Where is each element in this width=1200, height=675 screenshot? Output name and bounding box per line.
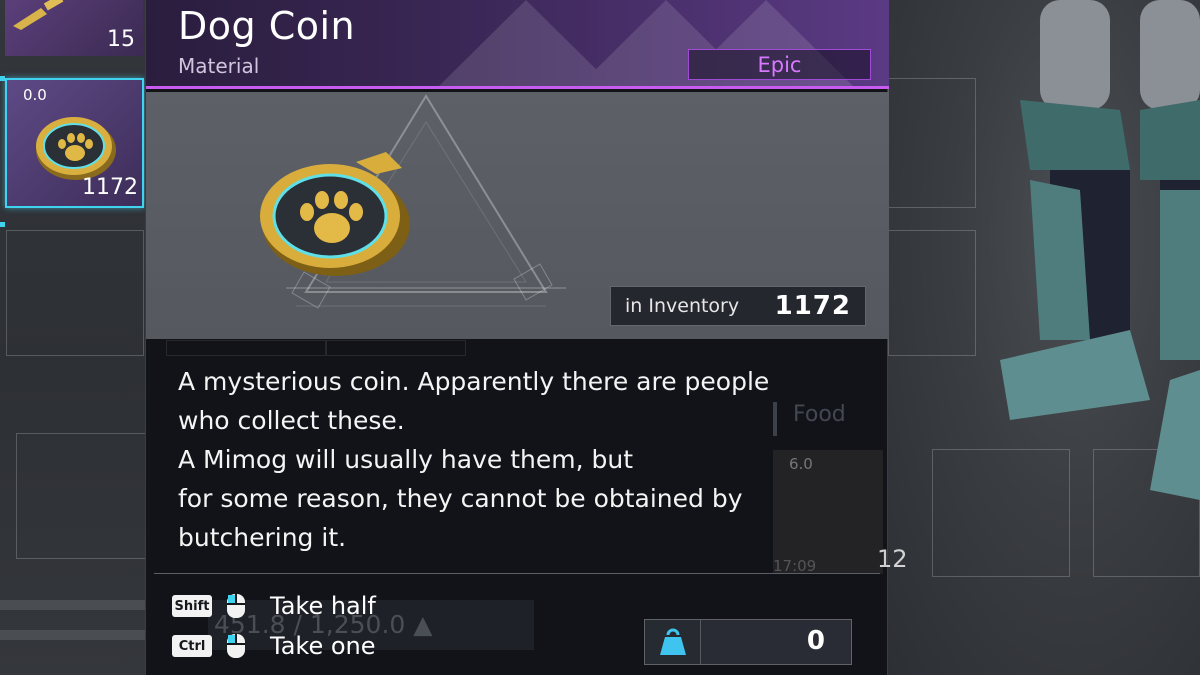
background-bar [0,600,150,610]
item-category: Material [178,54,260,78]
description-line: A Mimog will usually have them, but [178,445,634,474]
inventory-slot-empty[interactable] [16,433,150,559]
selection-marker [0,222,5,227]
slot-weight: 0.0 [23,86,47,104]
inventory-count-value: 1172 [774,291,851,321]
take-half-hint: Shift Take half [172,592,376,620]
slot-quantity: 1172 [82,175,138,200]
item-tooltip-panel: Dog Coin Material Epic in Inventory 1172… [145,0,908,675]
inventory-slot-key[interactable]: 15 [5,0,143,56]
item-preview: in Inventory 1172 [146,92,889,339]
carry-weight-field: 0 [644,619,852,665]
background-slot-quantity: 12 [877,545,908,573]
rarity-badge: Epic [688,49,871,80]
inventory-slot-dog-coin[interactable]: 0.0 1172 [5,78,144,208]
take-one-label: Take one [270,632,376,660]
background-ghost-slot [326,340,466,356]
item-name: Dog Coin [178,4,356,48]
weight-icon [659,628,686,655]
item-description: A mysterious coin. Apparently there are … [178,362,858,557]
paw-coin-icon [260,152,410,276]
paw-coin-icon [36,117,116,180]
take-one-hint: Ctrl Take one [172,632,376,660]
description-line: butchering it. [178,523,347,552]
take-half-label: Take half [270,592,376,620]
weight-icon-cell [645,620,701,664]
equipment-slot[interactable] [888,230,976,356]
slot-quantity: 15 [107,27,135,52]
inventory-count-box: in Inventory 1172 [610,286,866,326]
description-line: for some reason, they cannot be obtained… [178,484,743,513]
background-bar [0,630,150,640]
ctrl-key-icon: Ctrl [172,635,212,657]
inventory-slot-empty[interactable] [6,230,144,356]
selection-marker [0,76,5,81]
character-armor-legs [1000,0,1200,500]
shift-key-icon: Shift [172,595,212,617]
tooltip-divider [154,573,880,574]
mouse-icon [227,594,245,618]
key-icon [13,0,64,30]
description-line: who collect these. [178,406,405,435]
inventory-count-label: in Inventory [625,295,740,317]
tooltip-header: Dog Coin Material Epic [146,0,889,89]
equipment-slot[interactable] [888,78,976,208]
background-ghost-slot [166,340,326,356]
description-line: A mysterious coin. Apparently there are … [178,367,770,396]
carry-weight-value: 0 [806,626,825,656]
mouse-icon [227,634,245,658]
